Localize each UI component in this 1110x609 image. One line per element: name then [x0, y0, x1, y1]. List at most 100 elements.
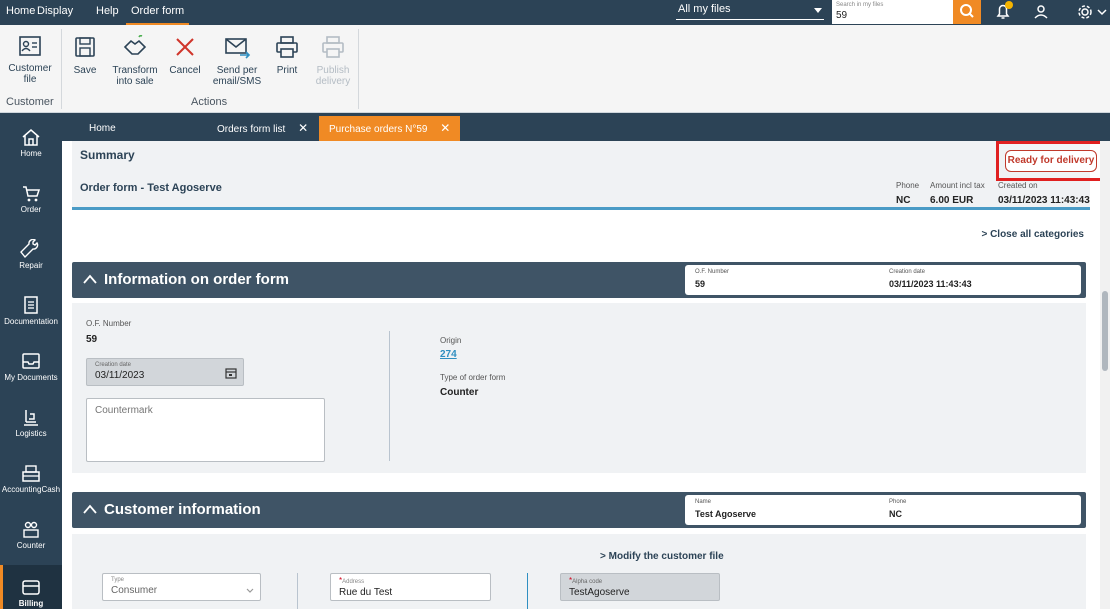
publish-delivery-button[interactable]: Publish delivery	[310, 35, 356, 87]
of-number-value: 59	[695, 279, 706, 289]
sidebar-item-counter[interactable]: Counter	[0, 519, 62, 563]
sidebar-item-home[interactable]: Home	[0, 127, 62, 171]
order-title: Order form - Test Agoserve	[80, 182, 222, 194]
close-all-label: Close all categories	[990, 229, 1084, 240]
customer-file-label: Customer file	[8, 63, 52, 85]
tab-label: Home	[89, 123, 116, 134]
home-icon	[22, 129, 40, 146]
creation-date-input[interactable]	[95, 370, 215, 381]
vertical-scrollbar[interactable]	[1100, 141, 1110, 609]
status-highlight: Ready for delivery	[996, 141, 1100, 181]
user-button[interactable]	[1028, 0, 1054, 24]
customer-name-label: Name	[695, 499, 712, 505]
countermark-input[interactable]	[86, 398, 325, 462]
scope-selector-value: All my files	[678, 3, 731, 15]
send-email-sms-button[interactable]: Send per email/SMS	[210, 35, 264, 87]
created-value: 03/11/2023 11:43:43	[998, 195, 1090, 206]
alpha-code-field[interactable]: *Alpha code	[560, 573, 720, 601]
chevron-down-icon	[246, 588, 254, 593]
notification-badge	[1005, 1, 1013, 9]
close-icon[interactable]: ✕	[440, 116, 450, 141]
tab-home[interactable]: Home	[89, 116, 116, 141]
customer-group-label: Customer	[6, 96, 54, 108]
origin-link[interactable]: 274	[440, 349, 457, 360]
sidebar-item-label: Billing	[18, 599, 44, 608]
transform-into-sale-button[interactable]: Transform into sale	[108, 35, 162, 87]
creation-value: 03/11/2023 11:43:43	[889, 279, 972, 289]
sidebar-item-label: AccountingCash	[1, 485, 61, 494]
tab-orders-form-list[interactable]: Orders form list ✕	[217, 116, 308, 141]
menu-help[interactable]: Help	[96, 0, 119, 25]
tab-purchase-order[interactable]: Purchase orders N°59 ✕	[319, 116, 461, 141]
address-label-text: Address	[342, 579, 365, 585]
actions-group-label: Actions	[191, 96, 228, 108]
scope-selector[interactable]: All my files	[676, 2, 824, 20]
publish-label: Publish delivery	[315, 65, 351, 87]
chevron-right-icon: >	[600, 551, 606, 562]
tab-label: Orders form list	[217, 124, 286, 135]
chevron-up-icon	[83, 504, 97, 514]
modify-customer-label: Modify the customer file	[608, 551, 724, 562]
customer-file-button[interactable]: Customer file	[4, 35, 56, 85]
customer-type-value: Consumer	[111, 585, 158, 596]
settings-button[interactable]	[1072, 0, 1108, 24]
sidebar-item-order[interactable]: Order	[0, 183, 62, 227]
customer-type-label: Type	[111, 577, 125, 583]
status-badge[interactable]: Ready for delivery	[1005, 150, 1097, 172]
customer-phone-value: NC	[889, 509, 902, 519]
menu-order-form[interactable]: Order form	[126, 0, 190, 25]
customer-name-value: Test Agoserve	[695, 509, 757, 519]
address-field[interactable]: *Address Rue du Test	[330, 573, 491, 601]
sidebar-item-accounting-cash[interactable]: AccountingCash	[0, 463, 62, 507]
customer-section-header[interactable]: Customer information Name Test Agoserve …	[72, 492, 1086, 528]
print-button[interactable]: Print	[272, 35, 302, 76]
save-button[interactable]: Save	[70, 35, 100, 76]
creation-date-field[interactable]: Creation date	[86, 358, 244, 386]
sidebar-item-my-documents[interactable]: My Documents	[0, 351, 62, 395]
wrench-icon	[20, 239, 39, 259]
search-input[interactable]	[836, 10, 946, 22]
type-value: Counter	[440, 387, 479, 398]
search-label: Search in my files	[836, 2, 884, 8]
customer-section-summary: Name Test Agoserve Phone NC	[685, 495, 1081, 525]
save-icon	[75, 37, 95, 57]
document-icon	[24, 296, 38, 314]
close-all-categories-link[interactable]: > Close all categories	[981, 229, 1084, 240]
publish-icon	[322, 36, 344, 58]
info-section-body: O.F. Number 59 Creation date Origin 274 …	[72, 303, 1086, 473]
alpha-code-label-text: Alpha code	[572, 579, 603, 585]
send-mail-icon	[225, 38, 251, 59]
sidebar-item-repair[interactable]: Repair	[0, 239, 62, 283]
main-content: Summary Order form - Test Agoserve Phone…	[62, 141, 1100, 609]
sidebar-item-label: Logistics	[15, 429, 47, 438]
ribbon-divider	[358, 29, 359, 109]
menu-display[interactable]: Display	[37, 0, 73, 25]
alpha-code-label: *Alpha code	[569, 577, 711, 586]
form-of-number-value: 59	[86, 334, 98, 345]
created-label: Created on	[998, 181, 1038, 190]
handshake-icon	[123, 35, 147, 55]
sidebar-item-label: My Documents	[4, 373, 58, 382]
customer-type-select[interactable]: Type Consumer	[102, 573, 261, 601]
close-icon[interactable]: ✕	[298, 116, 308, 141]
modify-customer-link[interactable]: > Modify the customer file	[600, 551, 724, 562]
info-section-header[interactable]: Information on order form O.F. Number 59…	[72, 262, 1086, 298]
customer-phone-label: Phone	[889, 499, 907, 505]
alpha-code-input[interactable]	[569, 587, 711, 598]
cancel-button[interactable]: Cancel	[168, 35, 202, 76]
sidebar-item-label: Counter	[16, 541, 46, 550]
form-of-number-label: O.F. Number	[86, 319, 132, 328]
sidebar-item-billing[interactable]: Billing	[0, 565, 62, 609]
sidebar-item-documentation[interactable]: Documentation	[0, 295, 62, 339]
inbox-icon	[22, 353, 40, 369]
menu-home[interactable]: Home	[6, 0, 35, 25]
origin-label: Origin	[440, 336, 462, 345]
scrollbar-thumb[interactable]	[1102, 291, 1108, 371]
customer-card-icon	[19, 36, 41, 56]
calendar-icon[interactable]	[225, 367, 237, 379]
search-button[interactable]	[953, 0, 981, 24]
info-section-title: Information on order form	[104, 271, 289, 288]
sidebar-item-logistics[interactable]: Logistics	[0, 407, 62, 451]
search-box[interactable]: Search in my files	[832, 0, 953, 24]
column-divider	[297, 573, 298, 609]
